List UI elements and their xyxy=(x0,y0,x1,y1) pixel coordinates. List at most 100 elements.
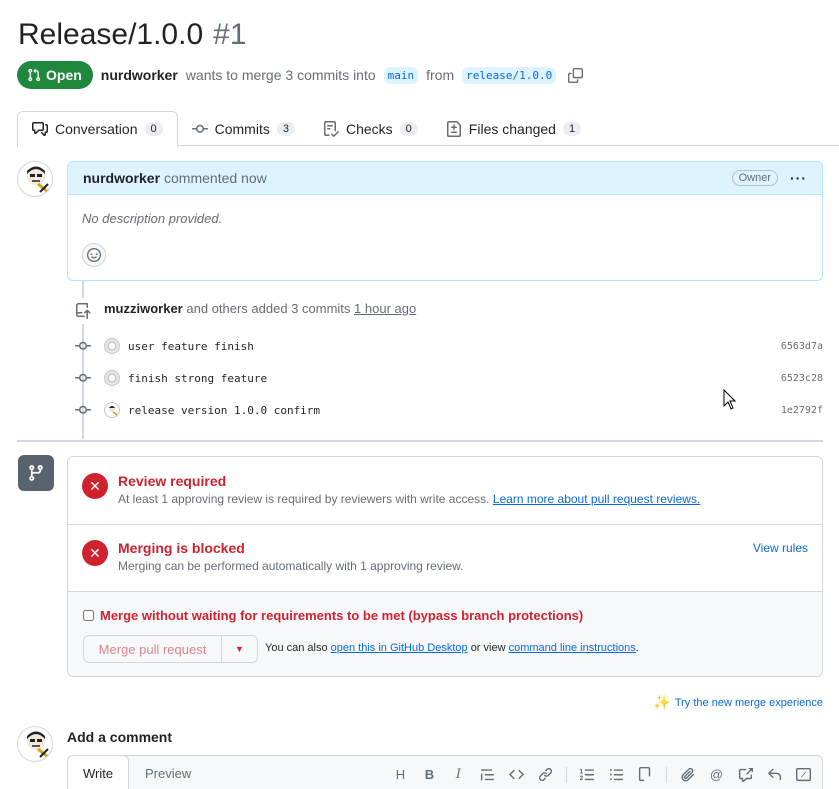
try-new-merge-link[interactable]: ✨ Try the new merge experience xyxy=(653,694,823,711)
state-badge: Open xyxy=(17,61,93,89)
pr-author[interactable]: nurdworker xyxy=(101,67,178,83)
push-time[interactable]: 1 hour ago xyxy=(354,301,416,316)
heading-icon[interactable]: H xyxy=(392,766,409,783)
pull-request-icon xyxy=(27,68,41,82)
merge-footer: Merge without waiting for requirements t… xyxy=(68,591,822,676)
quote-icon[interactable] xyxy=(479,766,496,783)
merge-button-group: Merge pull request ▼ xyxy=(83,635,258,663)
pr-header: Release/1.0.0 #1 xyxy=(18,18,247,52)
base-branch[interactable]: main xyxy=(383,66,419,84)
comment-body: No description provided. xyxy=(82,211,223,226)
git-commit-icon xyxy=(74,370,92,386)
commit-sha[interactable]: 1e2792f xyxy=(781,405,823,416)
avatar[interactable] xyxy=(17,726,53,762)
review-required-desc: At least 1 approving review is required … xyxy=(118,492,700,506)
tab-label: Files changed xyxy=(468,120,556,137)
desktop-link[interactable]: open this in GitHub Desktop xyxy=(331,642,468,654)
link-icon[interactable] xyxy=(537,766,554,783)
also-text-1: You can also xyxy=(265,642,328,654)
merging-blocked-section: ✕ Merging is blocked Merging can be perf… xyxy=(68,538,822,573)
push-author[interactable]: muzziworker xyxy=(104,301,183,316)
markdown-toolbar: H B I @ xyxy=(392,766,812,783)
task-list-icon[interactable] xyxy=(637,766,654,783)
owner-badge: Owner xyxy=(731,170,778,186)
commit-message[interactable]: finish strong feature xyxy=(128,372,267,385)
avatar[interactable] xyxy=(104,402,120,418)
tab-label: Conversation xyxy=(55,121,138,137)
review-required-section: ✕ Review required At least 1 approving r… xyxy=(68,471,822,506)
mention-icon[interactable]: @ xyxy=(708,766,725,783)
view-rules-link[interactable]: View rules xyxy=(753,541,808,555)
tab-checks[interactable]: Checks 0 xyxy=(309,111,432,146)
commit-row: finish strong feature 6523c28 xyxy=(74,368,823,388)
git-commit-icon xyxy=(74,402,92,418)
comment-action: commented now xyxy=(164,170,267,186)
commit-sha[interactable]: 6523c28 xyxy=(781,373,823,384)
state-label: Open xyxy=(46,67,82,83)
ordered-list-icon[interactable] xyxy=(579,766,596,783)
tab-commits[interactable]: Commits 3 xyxy=(178,111,309,146)
comment-author[interactable]: nurdworker xyxy=(83,170,160,186)
tab-count: 0 xyxy=(399,121,418,136)
push-event: muzziworker and others added 3 commits 1… xyxy=(104,301,416,316)
comment-header: nurdworker commented now Owner ··· xyxy=(68,162,822,195)
bold-icon[interactable]: B xyxy=(421,766,438,783)
toolbar-divider xyxy=(566,766,567,783)
merge-dropdown-button[interactable]: ▼ xyxy=(222,635,258,663)
review-desc-text: At least 1 approving review is required … xyxy=(118,492,490,506)
learn-more-link[interactable]: Learn more about pull request reviews. xyxy=(493,492,700,506)
merging-blocked-desc: Merging can be performed automatically w… xyxy=(118,559,464,573)
tab-conversation[interactable]: Conversation 0 xyxy=(17,111,178,147)
tab-label: Commits xyxy=(214,120,270,137)
comment-editor: Write Preview H B I @ xyxy=(67,755,823,789)
commit-sha[interactable]: 6563d7a xyxy=(781,341,823,352)
x-circle-icon: ✕ xyxy=(82,473,108,499)
avatar[interactable] xyxy=(104,338,120,354)
merge-pull-request-button[interactable]: Merge pull request xyxy=(83,635,222,663)
merging-blocked-title: Merging is blocked xyxy=(118,540,245,556)
file-diff-icon xyxy=(446,120,462,137)
kebab-menu-icon[interactable]: ··· xyxy=(790,170,807,186)
cross-reference-icon[interactable] xyxy=(737,766,754,783)
push-text: and others added 3 commits xyxy=(186,301,351,316)
reply-icon[interactable] xyxy=(766,766,783,783)
code-icon[interactable] xyxy=(508,766,525,783)
comment-discussion-icon xyxy=(32,121,48,137)
bypass-checkbox-label[interactable]: Merge without waiting for requirements t… xyxy=(83,608,583,623)
paperclip-icon[interactable] xyxy=(679,766,696,783)
commit-message[interactable]: user feature finish xyxy=(128,340,254,353)
tab-label: Checks xyxy=(345,120,393,137)
fullscreen-icon[interactable] xyxy=(795,766,812,783)
x-circle-icon: ✕ xyxy=(82,540,108,566)
commit-row: user feature finish 6563d7a xyxy=(74,336,823,356)
head-branch[interactable]: release/1.0.0 xyxy=(462,66,557,84)
git-commit-icon xyxy=(74,338,92,354)
avatar[interactable] xyxy=(104,370,120,386)
review-required-title: Review required xyxy=(118,473,227,489)
italic-icon[interactable]: I xyxy=(450,766,467,783)
tab-count: 1 xyxy=(562,121,582,136)
bypass-checkbox[interactable] xyxy=(83,610,94,621)
copy-icon[interactable] xyxy=(568,67,584,83)
repo-push-icon xyxy=(70,298,96,324)
unordered-list-icon[interactable] xyxy=(608,766,625,783)
smiley-icon[interactable] xyxy=(82,243,106,267)
timeline-divider xyxy=(17,440,823,442)
tab-files-changed[interactable]: Files changed 1 xyxy=(432,111,595,146)
section-divider xyxy=(68,524,822,525)
pr-meta: Open nurdworker wants to merge 3 commits… xyxy=(17,61,584,89)
commit-message[interactable]: release version 1.0.0 confirm xyxy=(128,404,320,417)
pr-number: #1 xyxy=(213,18,247,51)
triangle-down-icon: ▼ xyxy=(235,644,244,654)
cli-link[interactable]: command line instructions xyxy=(509,642,636,654)
merge-text-1: wants to merge 3 commits into xyxy=(185,67,376,83)
sparkle-icon: ✨ xyxy=(653,694,671,710)
avatar[interactable] xyxy=(17,161,53,197)
pr-tabs: Conversation 0 Commits 3 Checks 0 Files … xyxy=(17,111,839,147)
tab-preview[interactable]: Preview xyxy=(130,755,206,789)
tab-write[interactable]: Write xyxy=(67,755,130,789)
toolbar-divider xyxy=(666,766,667,783)
also-text-2: or view xyxy=(470,642,506,654)
add-comment-title: Add a comment xyxy=(67,729,173,745)
checklist-icon xyxy=(323,120,339,137)
